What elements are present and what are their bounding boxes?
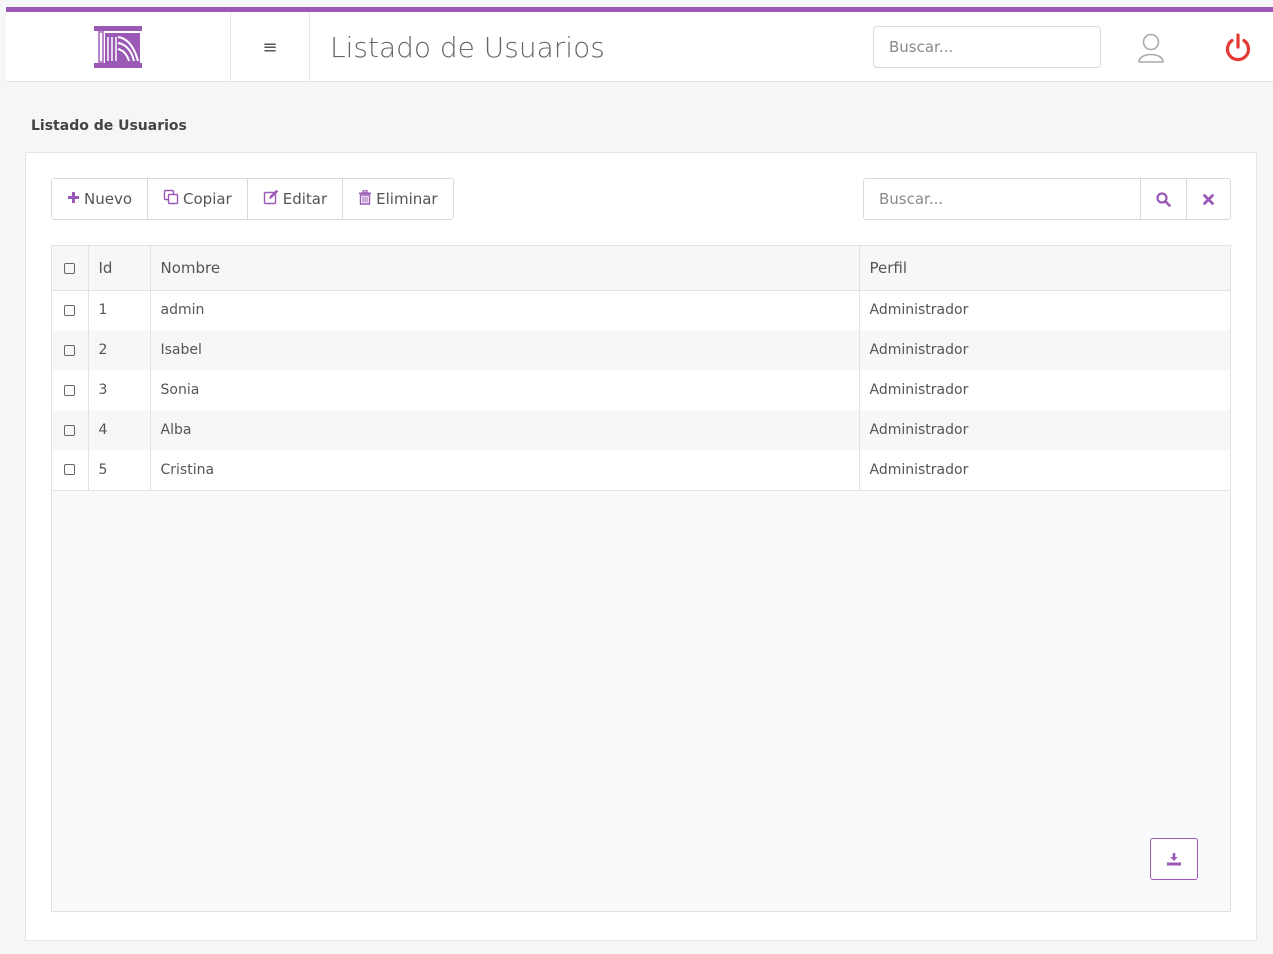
cell-id: 3: [88, 370, 151, 410]
select-all-cell: [52, 246, 89, 291]
new-button[interactable]: Nuevo: [52, 179, 149, 219]
new-button-label: Nuevo: [84, 190, 133, 208]
page-title: Listado de Usuarios: [330, 31, 605, 64]
grid-search-group: [863, 178, 1231, 220]
cell-perfil: Administrador: [869, 302, 969, 319]
column-header-id[interactable]: Id: [88, 246, 151, 291]
row-checkbox[interactable]: [64, 304, 76, 316]
copy-button[interactable]: Copiar: [148, 179, 248, 219]
cell-id: 2: [88, 330, 151, 370]
edit-button-label: Editar: [282, 190, 328, 208]
row-checkbox[interactable]: [64, 464, 76, 476]
trash-icon: [358, 189, 372, 209]
cell-nombre: Alba: [150, 410, 860, 450]
plus-icon: [67, 191, 80, 208]
header-search-input[interactable]: [873, 26, 1101, 68]
row-checkbox-cell: [52, 410, 89, 450]
row-checkbox[interactable]: [64, 424, 76, 436]
header: ≡ Listado de Usuarios: [6, 12, 1273, 82]
table-row[interactable]: 4 Alba Administrador: [52, 410, 1230, 450]
cell-id: 1: [88, 290, 151, 330]
cell-perfil: Administrador: [869, 382, 969, 398]
select-all-checkbox[interactable]: [64, 262, 76, 274]
edit-icon: [263, 189, 279, 209]
search-icon: [1156, 191, 1171, 207]
cell-nombre: Isabel: [150, 330, 860, 370]
table-row[interactable]: 3 Sonia Administrador: [52, 370, 1230, 410]
download-icon: [1167, 853, 1181, 866]
grid-search-input[interactable]: [864, 179, 1140, 219]
table-row[interactable]: 1 admin Administrador: [52, 290, 1230, 330]
logo[interactable]: [6, 12, 230, 82]
cell-nombre: admin: [150, 290, 860, 330]
users-grid: Id Nombre Perfil 1 admin Administrador 2…: [51, 245, 1231, 912]
table-row[interactable]: 5 Cristina Administrador: [52, 450, 1230, 491]
main-panel: Nuevo Copiar Editar Eliminar Buscar... I…: [25, 152, 1257, 941]
cell-perfil: Administrador: [859, 410, 1230, 450]
cell-nombre: Sonia: [150, 370, 860, 410]
breadcrumb: Listado de Usuarios: [31, 118, 187, 134]
user-icon[interactable]: [1136, 32, 1166, 64]
row-checkbox-cell: [52, 290, 89, 330]
row-checkbox-cell: [52, 450, 89, 491]
row-checkbox[interactable]: [64, 344, 76, 356]
cell-perfil: Administrador: [859, 330, 1230, 370]
table-row[interactable]: 2 Isabel Administrador: [52, 330, 1230, 370]
cell-id: 5: [88, 450, 151, 491]
row-checkbox-cell: [52, 330, 89, 370]
toolbar: Nuevo Copiar Editar Eliminar: [51, 178, 454, 220]
export-button[interactable]: [1150, 838, 1198, 880]
power-icon[interactable]: [1223, 32, 1253, 64]
users-table: Id Nombre Perfil 1 admin Administrador 2…: [52, 246, 1230, 491]
menu-toggle-button[interactable]: ≡: [230, 12, 310, 82]
column-header-perfil[interactable]: Perfil: [859, 246, 1230, 291]
close-icon: [1203, 193, 1214, 205]
cell-id: 4: [88, 410, 151, 450]
logo-icon: [94, 26, 142, 68]
row-checkbox-cell: [52, 370, 89, 410]
search-button[interactable]: [1140, 179, 1186, 219]
clear-search-button[interactable]: [1186, 179, 1230, 219]
copy-icon: [163, 189, 179, 209]
delete-button-label: Eliminar: [376, 190, 438, 208]
table-header-row: Id Nombre Perfil: [52, 246, 1230, 291]
cell-nombre: Cristina: [150, 450, 860, 491]
delete-button[interactable]: Eliminar: [343, 179, 453, 219]
edit-button[interactable]: Editar: [247, 179, 344, 219]
copy-button-label: Copiar: [183, 190, 232, 208]
column-header-nombre[interactable]: Nombre: [150, 246, 860, 291]
hamburger-icon: ≡: [262, 36, 278, 58]
row-checkbox[interactable]: [64, 384, 76, 396]
cell-perfil: Administrador: [859, 450, 1230, 491]
